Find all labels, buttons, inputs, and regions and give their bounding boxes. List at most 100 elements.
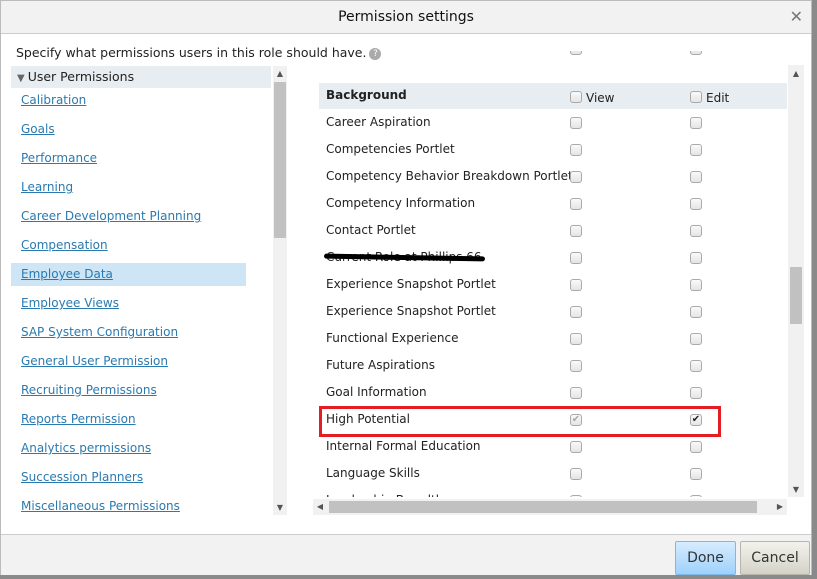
user-permissions-header[interactable]: ▼ User Permissions — [11, 66, 271, 88]
table-row: Functional Experience — [319, 326, 787, 353]
permission-label: Language Skills — [326, 466, 420, 480]
dialog-title: Permission settings — [338, 9, 474, 25]
view-checkbox[interactable] — [570, 468, 582, 480]
edit-checkbox[interactable] — [690, 495, 702, 497]
table-row: Future Aspirations — [319, 353, 787, 380]
dialog-footer: Done Cancel — [1, 534, 811, 575]
sidebar-item-performance[interactable]: Performance — [11, 147, 246, 170]
view-checkbox[interactable] — [570, 198, 582, 210]
scroll-down-icon[interactable]: ▼ — [788, 485, 804, 494]
sidebar-item-calibration[interactable]: Calibration — [11, 89, 246, 112]
cancel-button[interactable]: Cancel — [740, 541, 810, 575]
view-checkbox[interactable] — [570, 360, 582, 372]
permission-settings-dialog: Permission settings ✕ Specify what permi… — [0, 0, 812, 575]
view-checkbox[interactable] — [570, 144, 582, 156]
scrollbar-thumb[interactable] — [790, 267, 802, 324]
sidebar-item-employee-data[interactable]: Employee Data — [11, 263, 246, 286]
table-row: Competency Behavior Breakdown Portlet — [319, 164, 787, 191]
view-checkbox[interactable] — [570, 306, 582, 318]
edit-checkbox[interactable] — [690, 252, 702, 264]
sidebar-item-succession-planners[interactable]: Succession Planners — [11, 466, 246, 489]
table-row: Current Role at Phillips 66 — [319, 245, 787, 272]
permission-label: Competency Information — [326, 196, 476, 210]
done-button[interactable]: Done — [675, 541, 736, 575]
section-label: Background — [326, 88, 407, 102]
left-scrollbar[interactable]: ▲ ▼ — [273, 66, 287, 515]
table-row: Experience Snapshot Portlet — [319, 272, 787, 299]
scroll-up-icon[interactable]: ▲ — [273, 69, 287, 78]
collapse-triangle-icon: ▼ — [17, 73, 25, 84]
table-row: Leadership Breadth — [319, 488, 787, 497]
table-row: Competency Information — [319, 191, 787, 218]
edit-checkbox[interactable] — [690, 468, 702, 480]
scroll-down-icon[interactable]: ▼ — [273, 503, 287, 512]
edit-checkbox[interactable] — [690, 333, 702, 345]
permission-label: Contact Portlet — [326, 223, 416, 237]
scroll-right-icon[interactable]: ▶ — [775, 502, 785, 511]
sidebar-item-reports-permission[interactable]: Reports Permission — [11, 408, 246, 431]
edit-checkbox[interactable] — [690, 360, 702, 372]
permission-label: Career Aspiration — [326, 115, 431, 129]
edit-checkbox[interactable] — [690, 306, 702, 318]
edit-label: Edit — [706, 91, 730, 105]
table-row: Competencies Portlet — [319, 137, 787, 164]
view-checkbox[interactable] — [570, 171, 582, 183]
edit-checkbox[interactable] — [690, 387, 702, 399]
right-horizontal-scrollbar[interactable]: ◀ ▶ — [313, 499, 787, 515]
permission-label: Experience Snapshot Portlet — [326, 304, 496, 318]
permission-label: Leadership Breadth — [326, 493, 443, 497]
table-row: Career Aspiration — [319, 110, 787, 137]
close-icon[interactable]: ✕ — [790, 8, 803, 26]
sidebar-item-recruiting-permissions[interactable]: Recruiting Permissions — [11, 379, 246, 402]
view-checkbox[interactable] — [570, 333, 582, 345]
view-checkbox[interactable] — [570, 225, 582, 237]
edit-checkbox[interactable] — [690, 171, 702, 183]
view-checkbox[interactable] — [570, 279, 582, 291]
view-checkbox[interactable] — [570, 252, 582, 264]
edit-checkbox[interactable] — [690, 198, 702, 210]
edit-checkbox[interactable] — [690, 117, 702, 129]
edit-checkbox[interactable] — [690, 144, 702, 156]
view-checkbox[interactable] — [570, 387, 582, 399]
sidebar-item-employee-views[interactable]: Employee Views — [11, 292, 246, 315]
sidebar-item-compensation[interactable]: Compensation — [11, 234, 246, 257]
redacted-label: Current Role at Phillips 66 — [326, 250, 482, 264]
sidebar-item-analytics-permissions[interactable]: Analytics permissions — [11, 437, 246, 460]
edit-checkbox[interactable] — [690, 279, 702, 291]
view-checkbox[interactable] — [570, 495, 582, 497]
scrollbar-thumb[interactable] — [274, 82, 286, 238]
edit-checkbox[interactable] — [690, 441, 702, 453]
highlight-box — [319, 406, 721, 437]
table-row: Language Skills — [319, 461, 787, 488]
edit-header: Edit — [690, 91, 729, 105]
view-checkbox[interactable] — [570, 117, 582, 129]
table-row: Experience Snapshot Portlet — [319, 299, 787, 326]
sidebar-item-sap-system-configuration[interactable]: SAP System Configuration — [11, 321, 246, 344]
permission-label: Internal Formal Education — [326, 439, 481, 453]
edit-checkbox[interactable] — [690, 51, 702, 55]
sidebar-item-goals[interactable]: Goals — [11, 118, 246, 141]
permission-label: Experience Snapshot Portlet — [326, 277, 496, 291]
scroll-left-icon[interactable]: ◀ — [315, 502, 325, 511]
permission-label: Competencies Portlet — [326, 142, 455, 156]
description-text: Specify what permissions users in this r… — [16, 45, 367, 60]
table-row: Internal Formal Education — [319, 434, 787, 461]
scrollbar-thumb[interactable] — [329, 501, 757, 513]
edit-checkbox[interactable] — [690, 225, 702, 237]
right-vertical-scrollbar[interactable]: ▲ ▼ — [788, 65, 804, 497]
header-label: User Permissions — [27, 69, 135, 84]
permission-label: Goal Information — [326, 385, 427, 399]
view-checkbox[interactable] — [570, 51, 582, 55]
sidebar-item-learning[interactable]: Learning — [11, 176, 246, 199]
dialog-title-bar: Permission settings ✕ — [1, 1, 811, 34]
permission-label: Functional Experience — [326, 331, 459, 345]
permission-label: Future Aspirations — [326, 358, 435, 372]
view-checkbox[interactable] — [570, 441, 582, 453]
section-header-background: Background View Edit — [319, 83, 787, 109]
view-header: View — [570, 91, 614, 105]
table-row: Contact Portlet — [319, 218, 787, 245]
scroll-up-icon[interactable]: ▲ — [788, 69, 804, 78]
sidebar-item-general-user-permission[interactable]: General User Permission — [11, 350, 246, 373]
sidebar-item-miscellaneous-permissions[interactable]: Miscellaneous Permissions — [11, 495, 246, 515]
sidebar-item-career-development-planning[interactable]: Career Development Planning — [11, 205, 246, 228]
